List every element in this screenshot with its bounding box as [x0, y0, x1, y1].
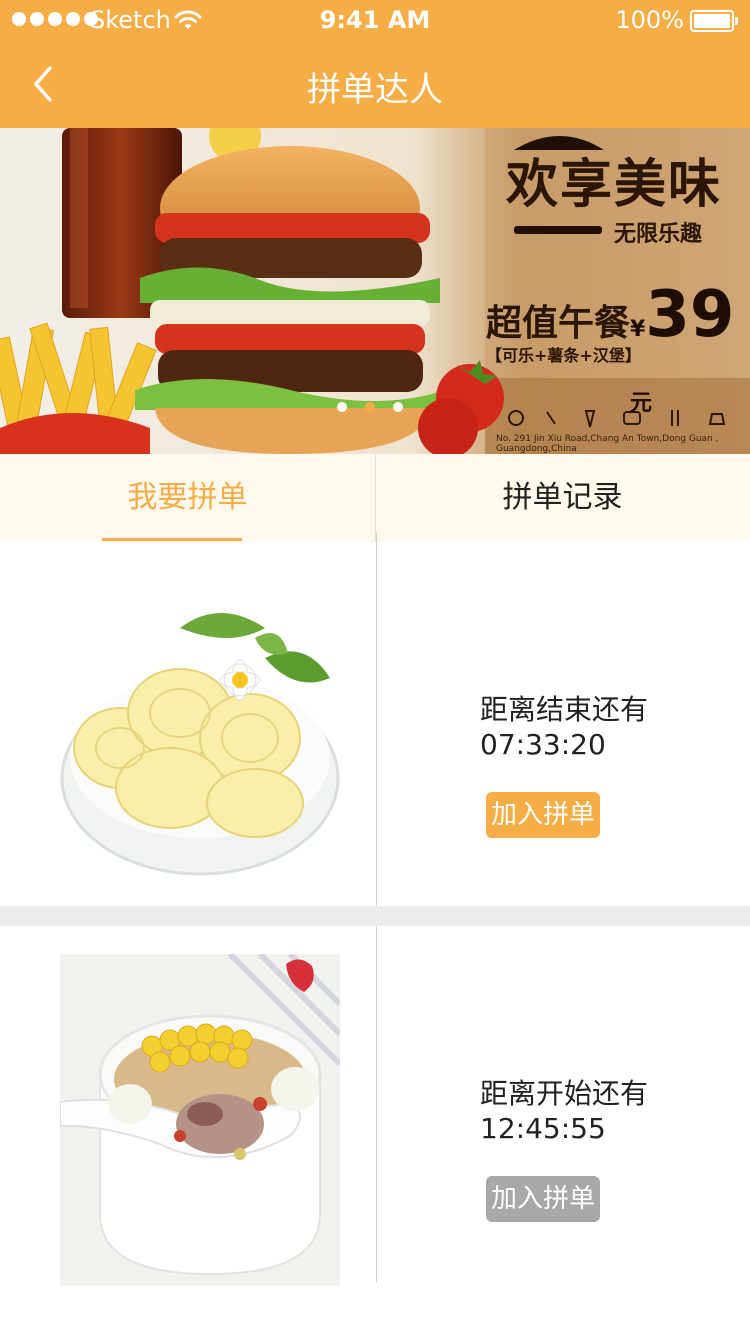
countdown-timer: 12:45:55 — [480, 1112, 606, 1145]
butter-curls-image[interactable] — [60, 598, 340, 880]
join-group-button[interactable]: 加入拼单 — [486, 792, 600, 838]
countdown-label: 距离开始还有 — [480, 1077, 649, 1110]
item-separator — [0, 906, 750, 926]
countdown-timer: 07:33:20 — [480, 728, 606, 761]
nav-bar: 拼单达人 — [0, 40, 750, 128]
banner-price: ¥39元 — [630, 278, 735, 416]
page-title: 拼单达人 — [307, 70, 443, 110]
banner-sub-slogan: 无限乐趣 — [614, 222, 703, 247]
tab-group-records[interactable]: 拼单记录 — [375, 454, 750, 542]
app-header: Sketch 9:41 AM 100% 拼单达人 — [0, 0, 750, 128]
join-group-button[interactable]: 加入拼单 — [486, 1176, 600, 1222]
battery-percentage: 100% — [615, 6, 684, 34]
tab-bar: 我要拼单 拼单记录 — [0, 454, 750, 542]
banner-address: No. 291 Jin Xiu Road,Chang An Town,Dong … — [496, 434, 719, 454]
banner-dot-1[interactable] — [337, 402, 347, 412]
column-divider — [376, 532, 377, 908]
banner-promo-title: 超值午餐 — [486, 303, 631, 344]
banner-promo-items: 【可乐+薯条+汉堡】 — [486, 346, 641, 365]
active-tab-indicator — [102, 538, 242, 541]
corn-soup-image[interactable] — [60, 954, 340, 1286]
banner-dot-3[interactable] — [393, 402, 403, 412]
banner-pagination — [337, 402, 403, 412]
column-divider — [376, 926, 377, 1282]
status-bar: Sketch 9:41 AM 100% — [0, 0, 750, 40]
banner-slogan: 欢享美味 — [506, 155, 723, 215]
banner-dot-2[interactable] — [365, 402, 375, 412]
countdown-label: 距离结束还有 — [480, 693, 649, 726]
battery-icon — [690, 10, 738, 32]
tab-join-group[interactable]: 我要拼单 — [0, 454, 375, 542]
